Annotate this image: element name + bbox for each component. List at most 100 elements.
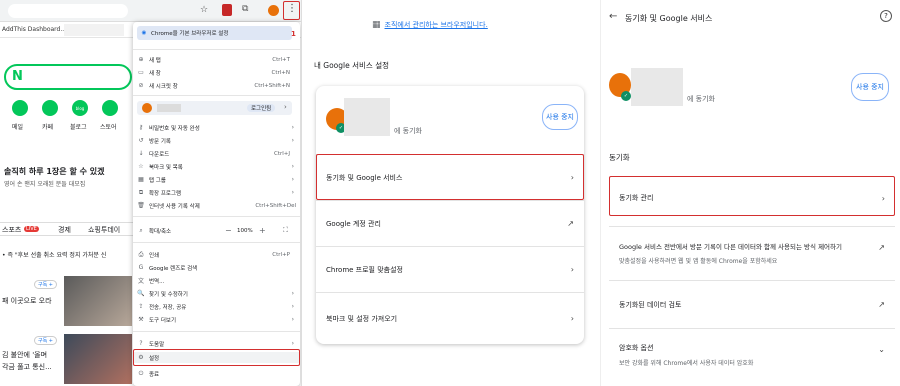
ad-subline: 영어 손 맨지 오래된 분들 대모집: [4, 181, 86, 188]
row-label: Google 서비스 전반에서 방문 기록이 다른 데이터와 함께 사용되는 방…: [619, 243, 842, 251]
bookmark-placeholder: [64, 24, 124, 36]
cafe-shortcut-icon[interactable]: [42, 100, 58, 116]
menu-label: 확장 프로그램: [149, 190, 182, 197]
menu-item-more-tools[interactable]: ⚒ 도구 더보기 ›: [133, 314, 300, 325]
menu-item-google-lens[interactable]: G Google 렌즈로 검색: [133, 262, 300, 273]
menu-divider: [133, 95, 300, 96]
menu-item-incognito[interactable]: ⊘ 새 시크릿 창 Ctrl+Shift+N: [133, 80, 300, 91]
menu-item-help[interactable]: ? 도움말 ›: [133, 338, 300, 349]
chevron-right-icon: ›: [284, 103, 287, 111]
set-default-browser-item[interactable]: ◉ Chrome을 기본 브라우저로 설정: [137, 26, 292, 40]
row-label: Google 계정 관리: [326, 219, 381, 228]
news-title[interactable]: 각금 풀고 통신...: [2, 362, 52, 372]
step-number-annotation: 1: [291, 30, 296, 38]
address-bar[interactable]: [8, 4, 128, 18]
managed-notice-link[interactable]: 조직에서 관리하는 브라우저입니다.: [385, 20, 488, 30]
row-label: Chrome 프로필 맞춤설정: [326, 265, 403, 274]
tab-sports[interactable]: 스포츠: [2, 225, 21, 235]
extensions-puzzle-icon[interactable]: ⧉: [242, 4, 248, 14]
subscribe-button[interactable]: 구독 +: [34, 336, 57, 345]
menu-item-bookmarks[interactable]: ☆ 북마크 및 목록 ›: [133, 161, 300, 172]
mail-shortcut-icon[interactable]: [12, 100, 28, 116]
tab-economy[interactable]: 경제: [58, 225, 71, 235]
sync-status-text: 에 동기화: [687, 95, 715, 103]
history-icon: ↺: [138, 137, 144, 144]
menu-item-extensions[interactable]: ⧉ 확장 프로그램 ›: [133, 187, 300, 198]
news-title[interactable]: 패 이곳으로 오라: [2, 296, 52, 306]
external-link-icon: ↗: [878, 300, 885, 309]
star-icon: ☆: [138, 163, 144, 170]
star-icon[interactable]: ☆: [200, 5, 208, 15]
row-review-synced-data[interactable]: 동기화된 데이터 검토 ↗: [609, 280, 895, 328]
bookmark-item[interactable]: AddThis Dashboard...: [2, 26, 66, 33]
menu-item-history[interactable]: ↺ 방문 기록 ›: [133, 135, 300, 146]
shortcut-label: 메일: [12, 124, 24, 131]
news-photo[interactable]: [64, 334, 132, 384]
tools-icon: ⚒: [138, 316, 144, 323]
menu-item-passwords[interactable]: ⚷ 비밀번호 및 자동 완성 ›: [133, 122, 300, 133]
row-manage-google-account[interactable]: Google 계정 관리 ↗: [316, 200, 584, 246]
back-arrow-icon[interactable]: ←: [609, 11, 617, 22]
chevron-right-icon: ›: [291, 137, 294, 144]
row-google-services-control[interactable]: Google 서비스 전반에서 방문 기록이 다른 데이터와 함께 사용되는 방…: [609, 226, 895, 278]
row-import-bookmarks[interactable]: 북마크 및 설정 가져오기 ›: [316, 292, 584, 344]
menu-item-downloads[interactable]: ↓ 다운로드 Ctrl+J: [133, 148, 300, 159]
menu-item-tab-groups[interactable]: ▦ 탭 그룹 ›: [133, 174, 300, 185]
row-label: 암호화 옵션: [619, 344, 654, 352]
menu-item-exit[interactable]: ⏻ 종료: [133, 368, 300, 379]
stop-sync-button[interactable]: 사용 중지: [542, 104, 578, 130]
news-photo[interactable]: [64, 276, 132, 326]
chevron-right-icon: ›: [291, 303, 294, 310]
menu-shortcut: Ctrl+J: [273, 150, 290, 157]
menu-item-translate[interactable]: 文 번역...: [133, 275, 300, 286]
menu-item-new-tab[interactable]: ⊕ 새 탭 Ctrl+T: [133, 54, 300, 65]
live-badge: LIVE: [24, 226, 39, 232]
menu-item-new-window[interactable]: ▭ 새 창 Ctrl+N: [133, 67, 300, 78]
news-title[interactable]: 김 불안에 '올며: [2, 350, 47, 360]
menu-label: 확대/축소: [149, 228, 172, 235]
menu-label: 도움말: [149, 341, 165, 348]
row-customize-profile[interactable]: Chrome 프로필 맞춤설정 ›: [316, 246, 584, 292]
sync-row-highlight: [316, 154, 584, 200]
zoom-level: 100%: [237, 227, 253, 234]
menu-shortcut: Ctrl+T: [272, 56, 290, 63]
naver-page: N blog 메일 카페 블로그 스토어 솔직히 하루 1장은 할 수 있겠 영…: [0, 40, 135, 386]
row-sublabel: 맞춤설정을 사용하려면 웹 및 앱 활동에 Chrome을 포함하세요: [619, 258, 778, 265]
zoom-in-button[interactable]: +: [259, 226, 266, 235]
menu-divider: [133, 49, 300, 50]
ad-headline[interactable]: 솔직히 하루 1장은 할 수 있겠: [4, 166, 104, 177]
news-headline[interactable]: • 즉 "후보 선출 취소 요력 정지 가처분 신: [2, 250, 106, 259]
menu-shortcut: Ctrl+Shift+Del: [255, 202, 296, 209]
section-title: 내 Google 서비스 설정: [314, 61, 389, 70]
page-title: 동기화 및 Google 서비스: [625, 14, 713, 23]
profile-avatar-icon[interactable]: [268, 5, 279, 16]
menu-item-cast-save-share[interactable]: ⇪ 전송, 저장, 공유 ›: [133, 301, 300, 312]
zoom-out-button[interactable]: −: [225, 226, 232, 235]
menu-label: 방문 기록: [149, 138, 171, 145]
subscribe-button[interactable]: 구독 +: [34, 280, 57, 289]
chevron-right-icon: ›: [291, 340, 294, 347]
print-icon: ⎙: [138, 250, 144, 258]
row-encryption-options[interactable]: 암호화 옵션 보안 강화를 위해 Chrome에서 사용자 데이터 암호화 ⌄: [609, 328, 895, 382]
menu-item-clear-data[interactable]: 🗑 인터넷 사용 기록 삭제 Ctrl+Shift+Del: [133, 200, 300, 211]
menu-item-print[interactable]: ⎙ 인쇄 Ctrl+P: [133, 249, 300, 260]
naver-search-box[interactable]: N: [4, 64, 132, 90]
blog-shortcut-icon[interactable]: blog: [72, 100, 88, 116]
menu-label: Google 렌즈로 검색: [149, 265, 198, 272]
profile-row[interactable]: 로그인됨 ›: [137, 101, 292, 115]
new-window-icon: ▭: [138, 69, 144, 76]
store-shortcut-icon[interactable]: [102, 100, 118, 116]
default-browser-label: Chrome을 기본 브라우저로 설정: [151, 31, 229, 37]
shortcut-label: 스토어: [100, 124, 117, 131]
help-icon[interactable]: ?: [880, 10, 892, 22]
google-lens-icon: G: [138, 264, 144, 271]
tab-shopping[interactable]: 쇼핑투데이: [88, 225, 120, 235]
settings-highlight: [133, 349, 300, 366]
menu-item-find-edit[interactable]: 🔍 찾기 및 수정하기 ›: [133, 288, 300, 299]
pdf-extension-icon[interactable]: [222, 4, 232, 16]
zoom-icon: ⌕: [139, 226, 143, 234]
chevron-right-icon: ›: [570, 265, 574, 274]
chevron-right-icon: ›: [291, 290, 294, 297]
fullscreen-icon[interactable]: ⛶: [283, 226, 288, 235]
stop-sync-button[interactable]: 사용 중지: [851, 73, 889, 101]
